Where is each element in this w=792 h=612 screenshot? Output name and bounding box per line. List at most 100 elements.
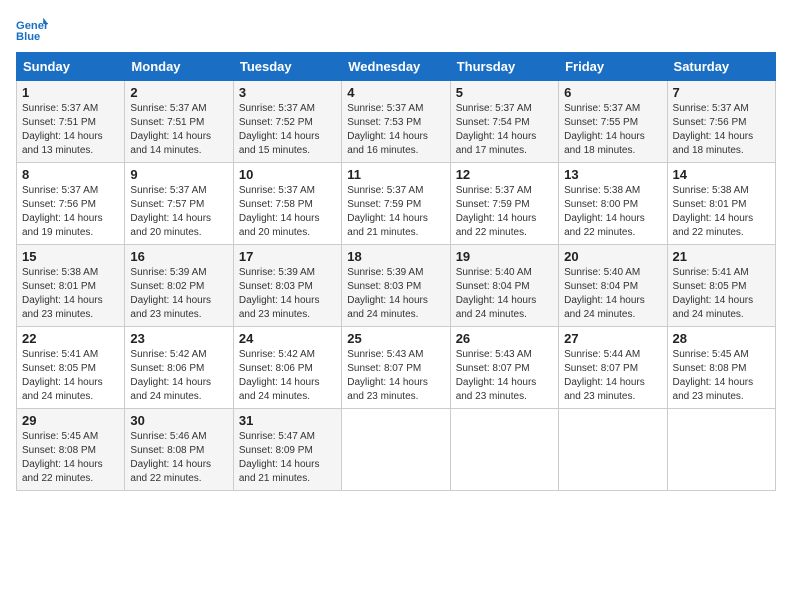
day-detail: Sunrise: 5:46 AM Sunset: 8:08 PM Dayligh… <box>130 430 227 486</box>
calendar-cell: 12 Sunrise: 5:37 AM Sunset: 7:59 PM Dayl… <box>450 163 558 245</box>
day-detail: Sunrise: 5:39 AM Sunset: 8:03 PM Dayligh… <box>239 266 336 322</box>
calendar-cell: 20 Sunrise: 5:40 AM Sunset: 8:04 PM Dayl… <box>559 245 667 327</box>
calendar-cell: 1 Sunrise: 5:37 AM Sunset: 7:51 PM Dayli… <box>17 81 125 163</box>
header-thursday: Thursday <box>450 53 558 81</box>
calendar-cell: 15 Sunrise: 5:38 AM Sunset: 8:01 PM Dayl… <box>17 245 125 327</box>
calendar-cell: 17 Sunrise: 5:39 AM Sunset: 8:03 PM Dayl… <box>233 245 341 327</box>
day-detail: Sunrise: 5:40 AM Sunset: 8:04 PM Dayligh… <box>564 266 661 322</box>
calendar-cell: 22 Sunrise: 5:41 AM Sunset: 8:05 PM Dayl… <box>17 327 125 409</box>
day-number: 20 <box>564 249 661 264</box>
day-number: 13 <box>564 167 661 182</box>
calendar-week-4: 22 Sunrise: 5:41 AM Sunset: 8:05 PM Dayl… <box>17 327 776 409</box>
day-number: 14 <box>673 167 770 182</box>
calendar-cell: 6 Sunrise: 5:37 AM Sunset: 7:55 PM Dayli… <box>559 81 667 163</box>
day-number: 21 <box>673 249 770 264</box>
calendar-cell: 19 Sunrise: 5:40 AM Sunset: 8:04 PM Dayl… <box>450 245 558 327</box>
calendar-cell: 27 Sunrise: 5:44 AM Sunset: 8:07 PM Dayl… <box>559 327 667 409</box>
day-detail: Sunrise: 5:37 AM Sunset: 7:56 PM Dayligh… <box>22 184 119 240</box>
day-detail: Sunrise: 5:45 AM Sunset: 8:08 PM Dayligh… <box>673 348 770 404</box>
header-monday: Monday <box>125 53 233 81</box>
calendar-cell: 9 Sunrise: 5:37 AM Sunset: 7:57 PM Dayli… <box>125 163 233 245</box>
day-number: 28 <box>673 331 770 346</box>
header-tuesday: Tuesday <box>233 53 341 81</box>
day-number: 3 <box>239 85 336 100</box>
day-detail: Sunrise: 5:37 AM Sunset: 7:51 PM Dayligh… <box>22 102 119 158</box>
day-number: 26 <box>456 331 553 346</box>
day-number: 29 <box>22 413 119 428</box>
day-number: 17 <box>239 249 336 264</box>
calendar-cell: 28 Sunrise: 5:45 AM Sunset: 8:08 PM Dayl… <box>667 327 775 409</box>
day-detail: Sunrise: 5:41 AM Sunset: 8:05 PM Dayligh… <box>673 266 770 322</box>
day-number: 1 <box>22 85 119 100</box>
day-detail: Sunrise: 5:37 AM Sunset: 7:59 PM Dayligh… <box>456 184 553 240</box>
calendar-week-2: 8 Sunrise: 5:37 AM Sunset: 7:56 PM Dayli… <box>17 163 776 245</box>
calendar-header-row: SundayMondayTuesdayWednesdayThursdayFrid… <box>17 53 776 81</box>
day-detail: Sunrise: 5:39 AM Sunset: 8:03 PM Dayligh… <box>347 266 444 322</box>
day-number: 2 <box>130 85 227 100</box>
day-detail: Sunrise: 5:38 AM Sunset: 8:01 PM Dayligh… <box>22 266 119 322</box>
day-detail: Sunrise: 5:42 AM Sunset: 8:06 PM Dayligh… <box>130 348 227 404</box>
day-number: 19 <box>456 249 553 264</box>
day-detail: Sunrise: 5:47 AM Sunset: 8:09 PM Dayligh… <box>239 430 336 486</box>
day-number: 18 <box>347 249 444 264</box>
day-number: 12 <box>456 167 553 182</box>
calendar-cell <box>450 409 558 491</box>
calendar-cell <box>342 409 450 491</box>
calendar-cell: 11 Sunrise: 5:37 AM Sunset: 7:59 PM Dayl… <box>342 163 450 245</box>
day-number: 30 <box>130 413 227 428</box>
day-number: 10 <box>239 167 336 182</box>
day-detail: Sunrise: 5:42 AM Sunset: 8:06 PM Dayligh… <box>239 348 336 404</box>
calendar-cell: 29 Sunrise: 5:45 AM Sunset: 8:08 PM Dayl… <box>17 409 125 491</box>
day-detail: Sunrise: 5:45 AM Sunset: 8:08 PM Dayligh… <box>22 430 119 486</box>
day-detail: Sunrise: 5:37 AM Sunset: 7:54 PM Dayligh… <box>456 102 553 158</box>
header-wednesday: Wednesday <box>342 53 450 81</box>
day-detail: Sunrise: 5:44 AM Sunset: 8:07 PM Dayligh… <box>564 348 661 404</box>
calendar-cell: 5 Sunrise: 5:37 AM Sunset: 7:54 PM Dayli… <box>450 81 558 163</box>
day-detail: Sunrise: 5:41 AM Sunset: 8:05 PM Dayligh… <box>22 348 119 404</box>
day-number: 22 <box>22 331 119 346</box>
day-number: 6 <box>564 85 661 100</box>
day-detail: Sunrise: 5:37 AM Sunset: 7:51 PM Dayligh… <box>130 102 227 158</box>
calendar-cell: 10 Sunrise: 5:37 AM Sunset: 7:58 PM Dayl… <box>233 163 341 245</box>
calendar-cell: 13 Sunrise: 5:38 AM Sunset: 8:00 PM Dayl… <box>559 163 667 245</box>
day-detail: Sunrise: 5:37 AM Sunset: 7:53 PM Dayligh… <box>347 102 444 158</box>
day-number: 23 <box>130 331 227 346</box>
day-number: 11 <box>347 167 444 182</box>
calendar-cell: 25 Sunrise: 5:43 AM Sunset: 8:07 PM Dayl… <box>342 327 450 409</box>
day-number: 5 <box>456 85 553 100</box>
calendar-table: SundayMondayTuesdayWednesdayThursdayFrid… <box>16 52 776 491</box>
day-number: 9 <box>130 167 227 182</box>
calendar-cell: 18 Sunrise: 5:39 AM Sunset: 8:03 PM Dayl… <box>342 245 450 327</box>
calendar-cell: 31 Sunrise: 5:47 AM Sunset: 8:09 PM Dayl… <box>233 409 341 491</box>
calendar-cell: 30 Sunrise: 5:46 AM Sunset: 8:08 PM Dayl… <box>125 409 233 491</box>
day-number: 15 <box>22 249 119 264</box>
svg-text:Blue: Blue <box>16 31 40 43</box>
day-number: 7 <box>673 85 770 100</box>
calendar-week-5: 29 Sunrise: 5:45 AM Sunset: 8:08 PM Dayl… <box>17 409 776 491</box>
day-number: 25 <box>347 331 444 346</box>
day-number: 8 <box>22 167 119 182</box>
logo: General Blue <box>16 16 52 44</box>
calendar-cell <box>667 409 775 491</box>
day-number: 16 <box>130 249 227 264</box>
calendar-week-1: 1 Sunrise: 5:37 AM Sunset: 7:51 PM Dayli… <box>17 81 776 163</box>
day-number: 31 <box>239 413 336 428</box>
calendar-cell: 2 Sunrise: 5:37 AM Sunset: 7:51 PM Dayli… <box>125 81 233 163</box>
calendar-cell: 14 Sunrise: 5:38 AM Sunset: 8:01 PM Dayl… <box>667 163 775 245</box>
calendar-week-3: 15 Sunrise: 5:38 AM Sunset: 8:01 PM Dayl… <box>17 245 776 327</box>
calendar-cell <box>559 409 667 491</box>
day-detail: Sunrise: 5:38 AM Sunset: 8:00 PM Dayligh… <box>564 184 661 240</box>
day-detail: Sunrise: 5:37 AM Sunset: 7:59 PM Dayligh… <box>347 184 444 240</box>
page-header: General Blue <box>16 16 776 44</box>
calendar-cell: 7 Sunrise: 5:37 AM Sunset: 7:56 PM Dayli… <box>667 81 775 163</box>
header-saturday: Saturday <box>667 53 775 81</box>
day-detail: Sunrise: 5:39 AM Sunset: 8:02 PM Dayligh… <box>130 266 227 322</box>
calendar-cell: 16 Sunrise: 5:39 AM Sunset: 8:02 PM Dayl… <box>125 245 233 327</box>
calendar-cell: 21 Sunrise: 5:41 AM Sunset: 8:05 PM Dayl… <box>667 245 775 327</box>
calendar-cell: 23 Sunrise: 5:42 AM Sunset: 8:06 PM Dayl… <box>125 327 233 409</box>
day-detail: Sunrise: 5:43 AM Sunset: 8:07 PM Dayligh… <box>347 348 444 404</box>
day-number: 4 <box>347 85 444 100</box>
day-detail: Sunrise: 5:37 AM Sunset: 7:56 PM Dayligh… <box>673 102 770 158</box>
day-detail: Sunrise: 5:43 AM Sunset: 8:07 PM Dayligh… <box>456 348 553 404</box>
day-detail: Sunrise: 5:37 AM Sunset: 7:57 PM Dayligh… <box>130 184 227 240</box>
